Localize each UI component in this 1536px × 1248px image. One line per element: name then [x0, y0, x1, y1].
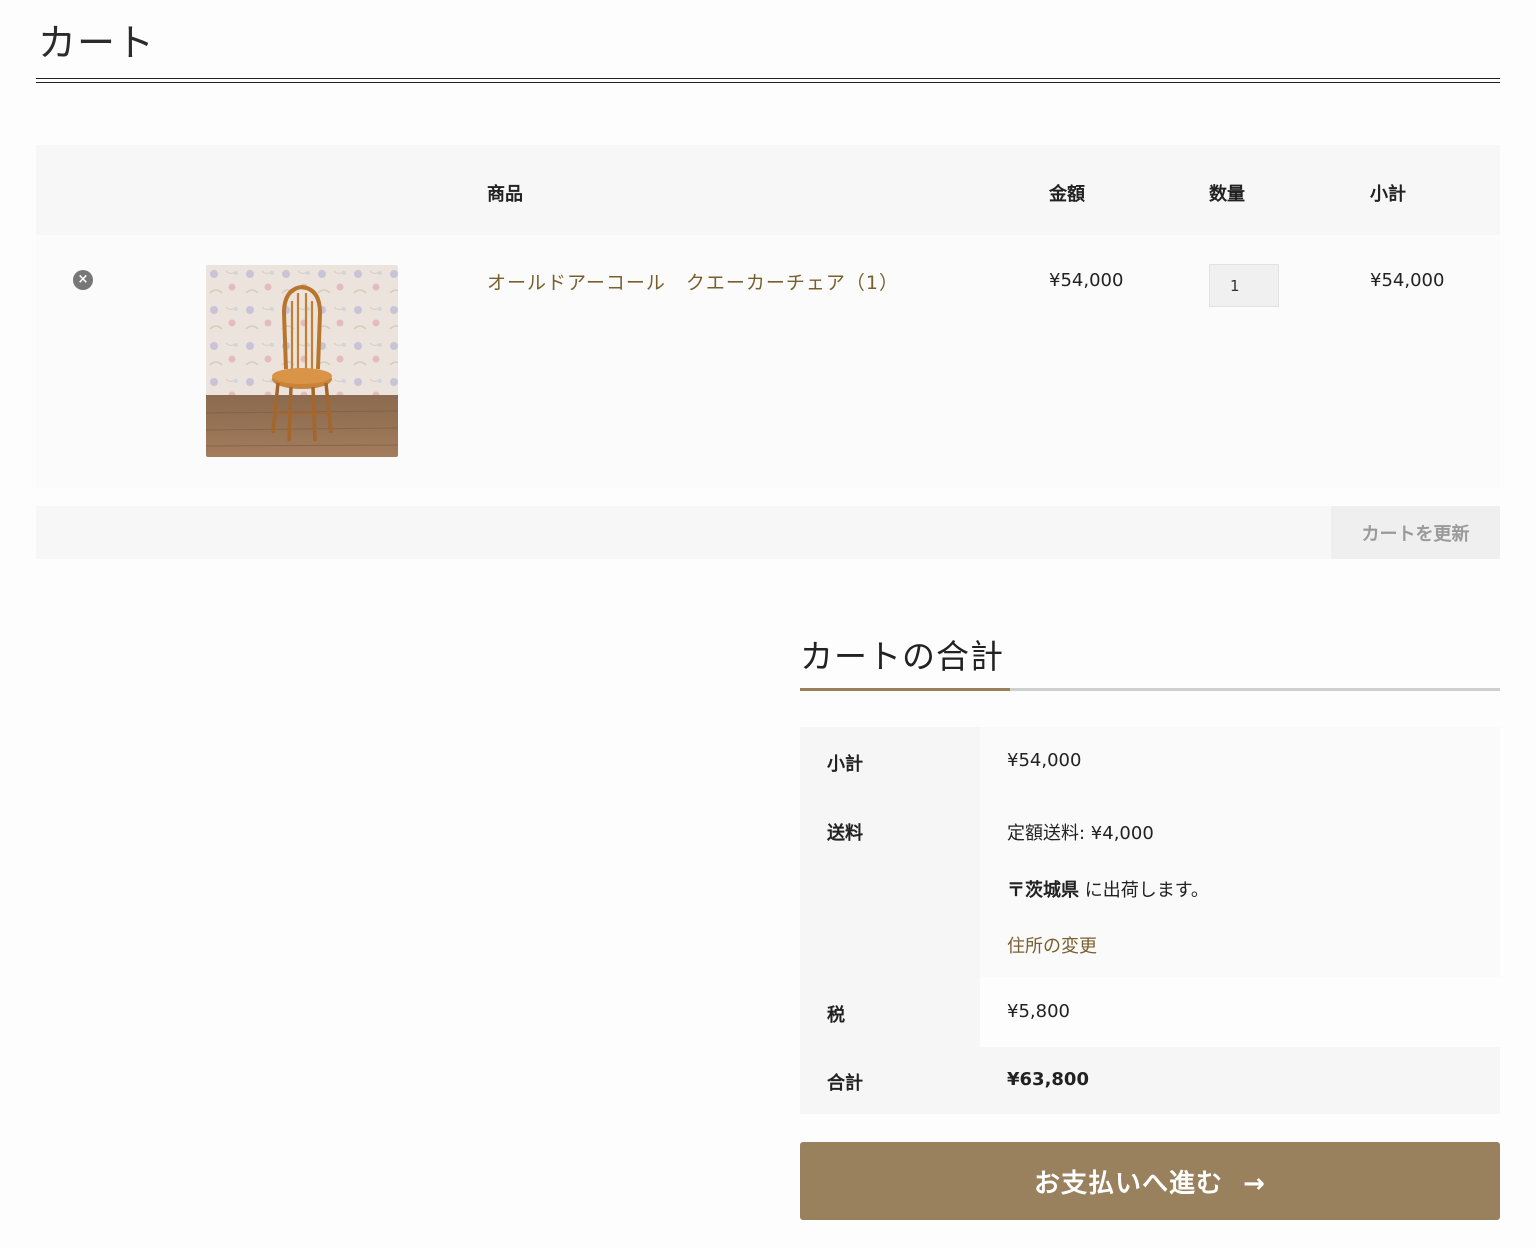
chair-image: [206, 265, 398, 457]
quantity-input[interactable]: [1209, 264, 1279, 307]
totals-row-total: [800, 1047, 1500, 1114]
item-price: ¥54,000: [1049, 270, 1124, 291]
tax-value: ¥5,800: [1007, 1001, 1070, 1022]
arrow-right-icon: →: [1243, 1168, 1266, 1199]
proceed-to-checkout-button[interactable]: お支払いへ進む →: [800, 1142, 1500, 1220]
cart-totals-title: カートの合計: [800, 637, 1004, 676]
column-header-product: 商品: [487, 184, 523, 205]
total-value: ¥63,800: [1007, 1069, 1089, 1090]
title-divider: [36, 78, 1500, 83]
item-subtotal: ¥54,000: [1370, 270, 1445, 291]
subtotal-label: 小計: [827, 754, 863, 775]
page-title: カート: [38, 21, 156, 65]
change-address-link[interactable]: 住所の変更: [1007, 932, 1097, 958]
product-thumbnail[interactable]: [206, 265, 398, 457]
column-header-quantity: 数量: [1209, 184, 1245, 205]
remove-item-icon[interactable]: ×: [73, 270, 93, 290]
shipping-destination-region: 〒茨城県: [1007, 880, 1079, 901]
column-header-subtotal: 小計: [1370, 184, 1406, 205]
totals-row-tax: [800, 977, 1500, 1047]
totals-divider-accent: [800, 688, 1010, 691]
total-label: 合計: [827, 1073, 863, 1094]
product-name-link[interactable]: オールドアーコール クエーカーチェア（1）: [487, 268, 899, 295]
subtotal-value: ¥54,000: [1007, 750, 1082, 771]
tax-label: 税: [827, 1005, 845, 1026]
cart-table-header: [36, 145, 1500, 235]
shipping-method: 定額送料: ¥4,000: [1007, 823, 1154, 844]
totals-row-subtotal: [800, 727, 1500, 796]
shipping-destination-text: に出荷します。: [1079, 880, 1209, 901]
update-cart-button[interactable]: カートを更新: [1331, 506, 1500, 559]
cart-actions-bar: [36, 506, 1500, 559]
shipping-label: 送料: [827, 823, 863, 844]
column-header-price: 金額: [1049, 184, 1085, 205]
checkout-label: お支払いへ進む: [1034, 1168, 1224, 1199]
shipping-destination: 〒茨城県 に出荷します。: [1007, 876, 1209, 902]
